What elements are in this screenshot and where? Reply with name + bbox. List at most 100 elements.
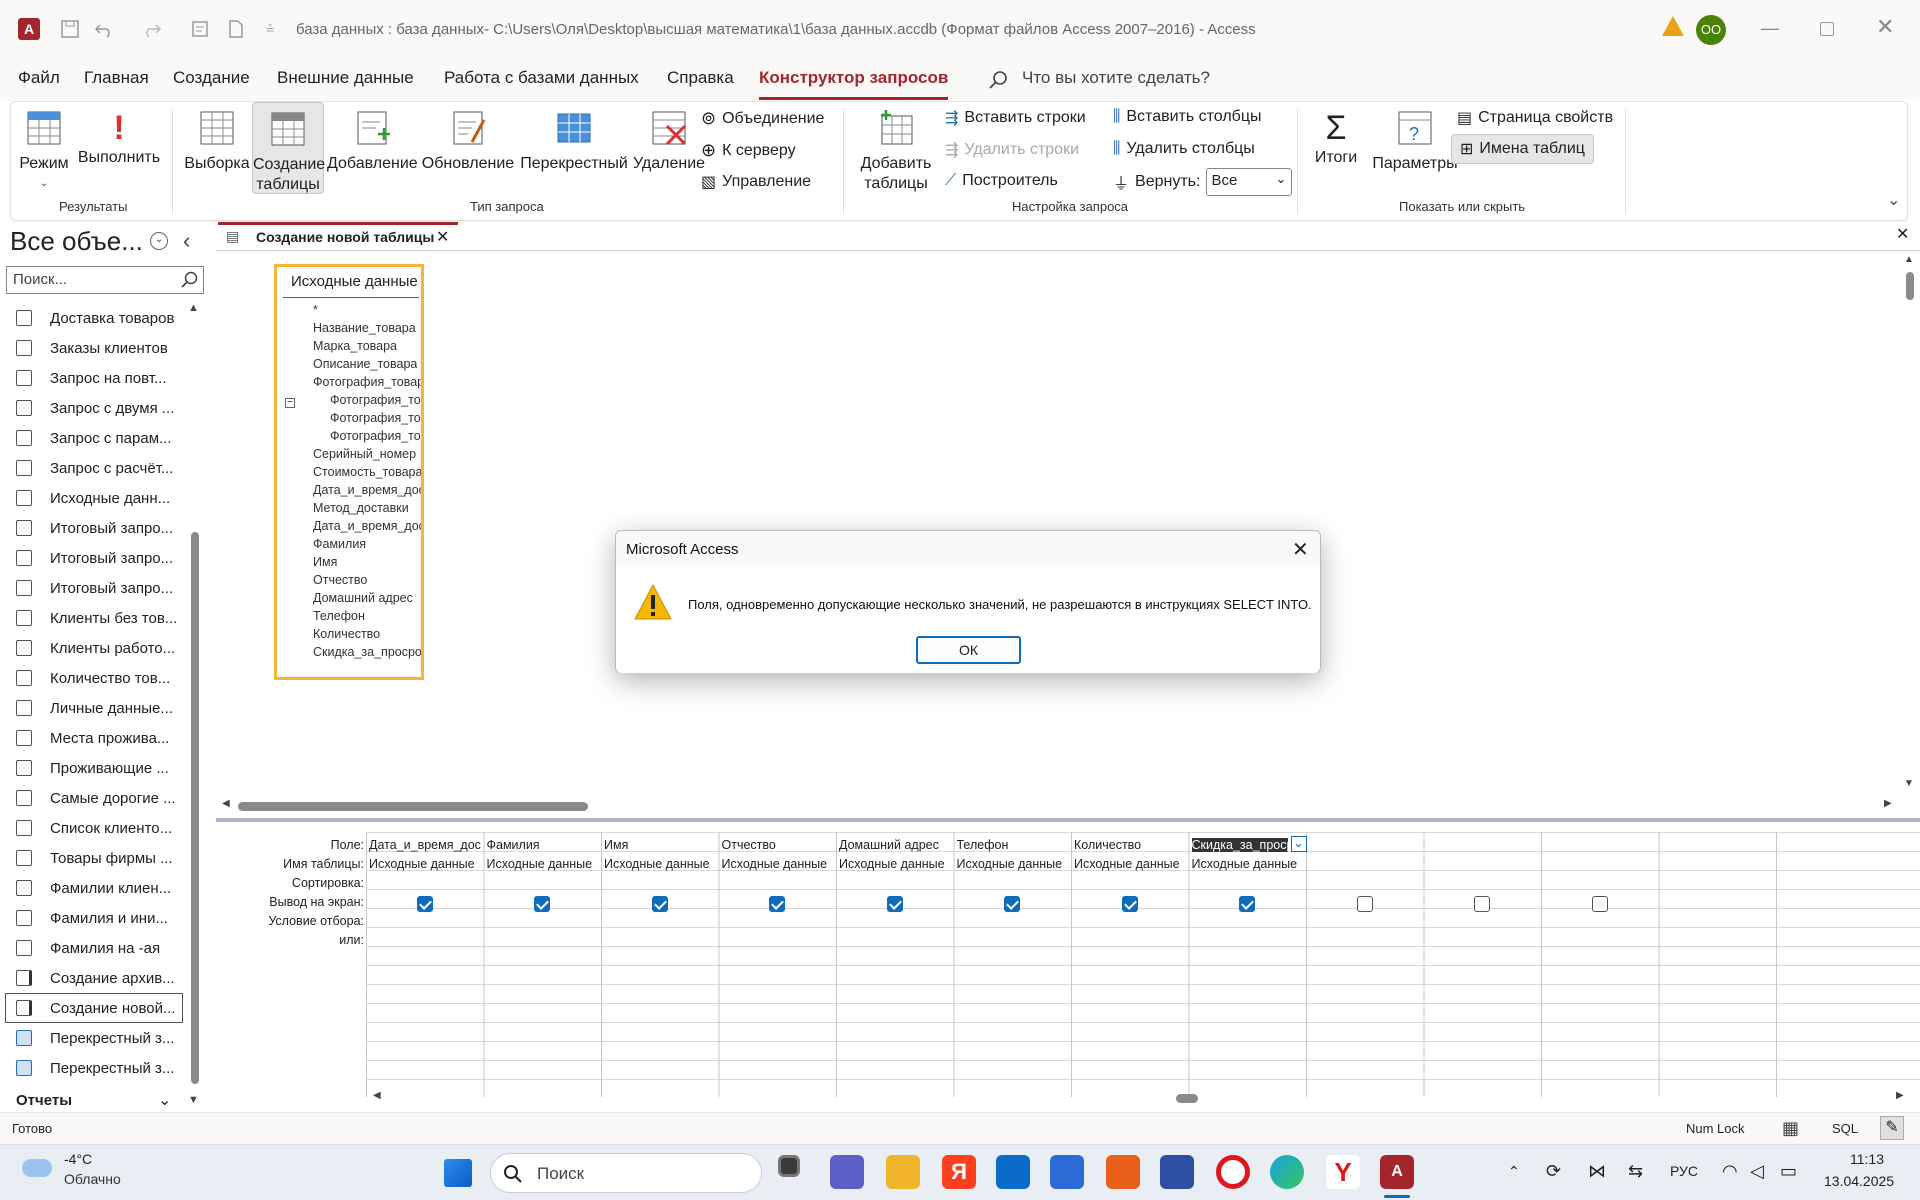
- update-query-button[interactable]: Обновление: [421, 108, 515, 174]
- field-list-window[interactable]: Исходные данные − * Название_товара Марка_…: [274, 264, 424, 680]
- delete-rows-button[interactable]: ⇶ Удалить строки: [945, 140, 1079, 160]
- sql-view-button[interactable]: SQL: [1832, 1121, 1858, 1136]
- taskbar-search[interactable]: Поиск: [490, 1153, 762, 1193]
- grid-scroll-left-icon[interactable]: ◀: [373, 1090, 381, 1101]
- field-list-item[interactable]: Дата_и_время_достав: [313, 483, 421, 497]
- sync-icon[interactable]: ⟳: [1546, 1161, 1561, 1182]
- add-tables-button[interactable]: Добавить таблицы: [855, 108, 937, 194]
- grid-scroll-right-icon[interactable]: ▶: [1896, 1090, 1904, 1101]
- nav-item[interactable]: Клиенты работо...: [16, 634, 184, 662]
- nav-item[interactable]: Проживающие ...: [16, 754, 184, 782]
- nav-scroll-down-icon[interactable]: ▼: [188, 1094, 199, 1106]
- grid-table-cell[interactable]: Исходные данные: [487, 857, 599, 871]
- nav-item[interactable]: Перекрестный з...: [16, 1054, 184, 1082]
- nav-item[interactable]: Итоговый запро...: [16, 544, 184, 572]
- file-explorer-icon[interactable]: [886, 1155, 920, 1189]
- scroll-right-icon[interactable]: ▶: [1884, 798, 1892, 809]
- field-list-item[interactable]: Фотография_товар: [330, 411, 420, 425]
- doc-tab[interactable]: ▤ Создание новой таблицы ✕: [218, 222, 458, 250]
- field-list-item[interactable]: Серийный_номер: [313, 447, 416, 461]
- access-taskbar-icon[interactable]: A: [1380, 1155, 1414, 1189]
- field-list-item[interactable]: Имя: [313, 555, 337, 569]
- upper-vscroll-thumb[interactable]: [1906, 272, 1914, 300]
- chevron-down-icon[interactable]: ⌄: [158, 1090, 171, 1110]
- store-icon[interactable]: [996, 1155, 1030, 1189]
- nav-item[interactable]: Запрос с расчёт...: [16, 454, 184, 482]
- show-checkbox[interactable]: [1356, 896, 1373, 912]
- show-checkbox[interactable]: [651, 896, 668, 912]
- field-list-item[interactable]: Фотография_товар: [330, 393, 420, 407]
- grid-field-cell[interactable]: Скидка_за_просрочку: [1191, 838, 1288, 852]
- close-window-button[interactable]: ✕: [1876, 14, 1894, 40]
- close-document-icon[interactable]: ✕: [1896, 224, 1909, 244]
- delete-query-button[interactable]: Удаление: [631, 108, 707, 174]
- mode-button[interactable]: Режим ⌄: [19, 108, 69, 194]
- nav-item[interactable]: Итоговый запро...: [16, 574, 184, 602]
- parameters-button[interactable]: ? Параметры: [1367, 108, 1463, 174]
- field-list-item[interactable]: Метод_доставки: [313, 501, 409, 515]
- nav-item[interactable]: Доставка товаров: [16, 304, 184, 332]
- field-list-item[interactable]: Фотография_товар: [330, 429, 420, 443]
- warning-icon[interactable]: [1662, 16, 1684, 36]
- nav-item[interactable]: Места прожива...: [16, 724, 184, 752]
- return-select[interactable]: Все ⌄: [1206, 168, 1293, 196]
- nav-item[interactable]: Список клиенто...: [16, 814, 184, 842]
- nav-section-reports[interactable]: Отчеты: [16, 1092, 72, 1109]
- tab-file[interactable]: Файл: [18, 68, 60, 88]
- property-sheet-button[interactable]: ▤ Страница свойств: [1457, 108, 1613, 128]
- field-list-item[interactable]: Фотография_товара: [313, 375, 421, 389]
- design-view-icon[interactable]: ✎: [1880, 1116, 1904, 1140]
- grid-table-cell[interactable]: Исходные данные: [957, 857, 1069, 871]
- grid-table-cell[interactable]: Исходные данные: [839, 857, 951, 871]
- clock-date[interactable]: 13.04.2025: [1824, 1173, 1894, 1189]
- tab-help[interactable]: Справка: [667, 68, 734, 88]
- form-icon[interactable]: [190, 19, 210, 39]
- grid-field-cell[interactable]: Домашний адрес: [839, 838, 951, 852]
- tab-database-tools[interactable]: Работа с базами данных: [444, 68, 639, 88]
- tray-overflow-icon[interactable]: ⌃: [1508, 1163, 1520, 1180]
- app-star-icon[interactable]: [1106, 1155, 1140, 1189]
- edge-icon[interactable]: [1270, 1155, 1304, 1189]
- show-checkbox[interactable]: [534, 896, 551, 912]
- nav-scroll-up-icon[interactable]: ▲: [188, 302, 199, 314]
- show-checkbox[interactable]: [1004, 896, 1021, 912]
- field-list-item[interactable]: Скидка_за_просрочку: [313, 645, 421, 659]
- datasheet-view-icon[interactable]: ▦: [1782, 1118, 1799, 1139]
- nav-item[interactable]: Фамилия и ини...: [16, 904, 184, 932]
- close-tab-icon[interactable]: ✕: [436, 227, 449, 247]
- grid-field-cell[interactable]: Дата_и_время_доставки: [369, 838, 481, 852]
- tell-me-search[interactable]: Что вы хотите сделать?: [1022, 68, 1210, 88]
- table-names-button[interactable]: ⊞ Имена таблиц: [1451, 134, 1594, 164]
- nav-item[interactable]: Фамилии клиен...: [16, 874, 184, 902]
- insert-columns-button[interactable]: ⫼ Вставить столбцы: [1113, 108, 1262, 126]
- nav-item[interactable]: Исходные данн...: [16, 484, 184, 512]
- nav-item[interactable]: Клиенты без тов...: [16, 604, 184, 632]
- app-m-icon[interactable]: [1050, 1155, 1084, 1189]
- nav-item[interactable]: Запрос на повт...: [16, 364, 184, 392]
- battery-icon[interactable]: ▭: [1780, 1161, 1797, 1182]
- builder-button[interactable]: ⟋ Построитель: [945, 172, 1058, 190]
- data-definition-button[interactable]: ▧ Управление: [701, 172, 811, 192]
- pass-through-button[interactable]: ⊕ К серверу: [701, 140, 796, 161]
- scroll-left-icon[interactable]: ◀: [222, 798, 230, 809]
- yandex-browser-icon[interactable]: Y: [1326, 1155, 1360, 1189]
- field-list-item[interactable]: *: [313, 303, 318, 317]
- field-dropdown-icon[interactable]: ⌄: [1290, 836, 1307, 852]
- totals-button[interactable]: Σ Итоги: [1307, 108, 1365, 168]
- volume-icon[interactable]: ◁: [1750, 1161, 1764, 1182]
- grid-field-cell[interactable]: Количество: [1074, 838, 1186, 852]
- app-shield-icon[interactable]: [1160, 1155, 1194, 1189]
- nav-item[interactable]: Запрос с двумя ...: [16, 394, 184, 422]
- opera-icon[interactable]: [1216, 1155, 1250, 1189]
- grid-table-cell[interactable]: Исходные данные: [604, 857, 716, 871]
- wifi-icon[interactable]: ◠: [1722, 1161, 1738, 1182]
- app-tray-icon[interactable]: ⋈: [1588, 1161, 1606, 1182]
- field-list-item[interactable]: Марка_товара: [313, 339, 397, 353]
- tab-query-design[interactable]: Конструктор запросов: [759, 68, 949, 100]
- user-avatar[interactable]: ОО: [1696, 15, 1726, 45]
- dialog-close-icon[interactable]: ✕: [1292, 537, 1309, 562]
- nav-item[interactable]: Итоговый запро...: [16, 514, 184, 542]
- show-checkbox[interactable]: [416, 896, 433, 912]
- weather-temp[interactable]: -4°C: [64, 1151, 92, 1167]
- select-query-button[interactable]: Выборка: [183, 108, 251, 174]
